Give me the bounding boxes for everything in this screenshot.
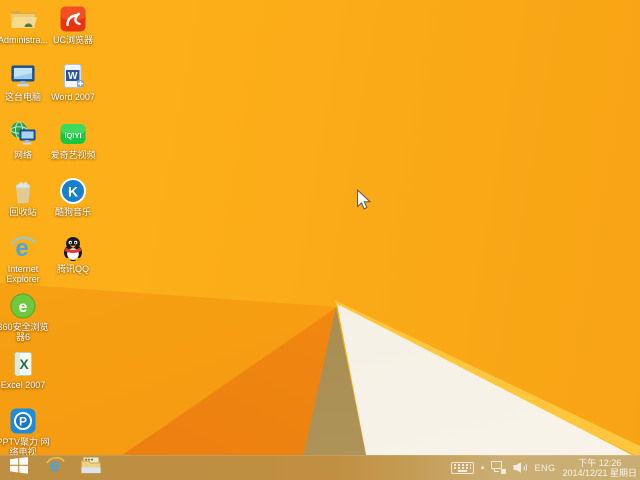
clock[interactable]: 下午 12:26 2014/12/21 星期日: [562, 458, 637, 478]
360-browser-icon: e: [8, 291, 38, 321]
network-globe-icon: [8, 119, 38, 149]
wallpaper-facet-white: [337, 304, 640, 480]
recycle-bin-icon: [8, 176, 38, 206]
folder-icon: [81, 456, 101, 479]
svg-text:e: e: [19, 299, 28, 316]
desktop[interactable]: { "wallpaper": { "style": "windows-8.1-f…: [0, 0, 640, 480]
icon-label: 网络: [13, 150, 32, 160]
system-tray: ▴ ENG 下午 12:26 2014/12/21 星期日: [450, 455, 637, 480]
icon-label: 腾讯QQ: [56, 264, 89, 274]
ie-e-icon: e: [8, 233, 38, 263]
uc-browser-icon: [58, 4, 88, 34]
icon-label: Excel 2007: [0, 380, 46, 390]
volume-icon[interactable]: [513, 462, 528, 473]
language-indicator[interactable]: ENG: [534, 463, 555, 473]
touch-keyboard-icon[interactable]: [450, 461, 474, 474]
desktop-icon-qq[interactable]: 腾讯QQ: [50, 233, 96, 274]
svg-text:X: X: [19, 356, 29, 372]
show-hidden-icons-caret[interactable]: ▴: [481, 464, 485, 471]
desktop-icon-pptv[interactable]: P PPTV聚力 网络电视: [0, 406, 50, 457]
icon-label: Internet Explorer: [6, 264, 40, 284]
word-icon: W: [58, 61, 88, 91]
kugou-icon: K: [58, 176, 88, 206]
mouse-cursor: [356, 188, 372, 216]
desktop-icon-iqiyi[interactable]: iQIYI 爱奇艺视频: [50, 119, 96, 160]
wallpaper-facet-olive: [298, 307, 371, 480]
desktop-icon-administrator[interactable]: Administra...: [0, 4, 48, 45]
taskbar-file-explorer-button[interactable]: [74, 455, 108, 480]
icon-label: 360安全浏览器6: [0, 322, 49, 342]
computer-icon: [8, 61, 38, 91]
start-button[interactable]: [2, 455, 36, 480]
icon-label: 这台电脑: [4, 92, 41, 102]
icon-label: Administra...: [0, 35, 48, 45]
desktop-icon-360-browser[interactable]: e 360安全浏览器6: [0, 291, 49, 342]
icon-label: 爱奇艺视频: [50, 150, 96, 160]
desktop-icon-excel-2007[interactable]: X Excel 2007: [0, 349, 46, 390]
desktop-icon-kugou[interactable]: K 酷狗音乐: [50, 176, 96, 217]
taskbar: e ▴ ENG 下午 12:26 2014/12/21 星期日: [0, 455, 640, 480]
desktop-icon-recycle-bin[interactable]: 回收站: [0, 176, 46, 217]
svg-text:W: W: [68, 71, 78, 82]
desktop-icon-network[interactable]: 网络: [0, 119, 46, 160]
taskbar-internet-explorer-button[interactable]: e: [38, 455, 72, 480]
icon-label: Word 2007: [51, 92, 95, 102]
network-icon[interactable]: [491, 461, 507, 474]
iqiyi-icon: iQIYI: [58, 119, 88, 149]
date-text: 2014/12/21 星期日: [562, 467, 637, 478]
svg-text:K: K: [68, 184, 78, 200]
icon-label: 回收站: [9, 207, 37, 217]
user-folder-icon: [8, 4, 38, 34]
wallpaper-facet-bottom-left: [86, 307, 337, 480]
desktop-icon-this-pc[interactable]: 这台电脑: [0, 61, 46, 102]
icon-label: UC浏览器: [53, 35, 93, 45]
windows-logo-icon: [10, 456, 28, 479]
desktop-icon-uc-browser[interactable]: UC浏览器: [50, 4, 96, 45]
wallpaper-facet-left: [0, 283, 337, 480]
excel-icon: X: [8, 349, 38, 379]
icon-label: 酷狗音乐: [54, 207, 91, 217]
wallpaper-facet-edge-highlight: [334, 300, 640, 458]
svg-text:P: P: [19, 415, 27, 429]
pptv-icon: P: [8, 406, 38, 436]
time-text: 下午 12:26: [578, 457, 622, 468]
svg-text:iQIYI: iQIYI: [64, 131, 81, 140]
desktop-icon-internet-explorer[interactable]: e Internet Explorer: [0, 233, 46, 284]
icon-label: PPTV聚力 网络电视: [0, 437, 50, 457]
qq-penguin-icon: [58, 233, 88, 263]
wallpaper-base: [0, 0, 640, 480]
ie-e-icon: e: [45, 455, 66, 480]
desktop-icon-word-2007[interactable]: W Word 2007: [50, 61, 96, 102]
